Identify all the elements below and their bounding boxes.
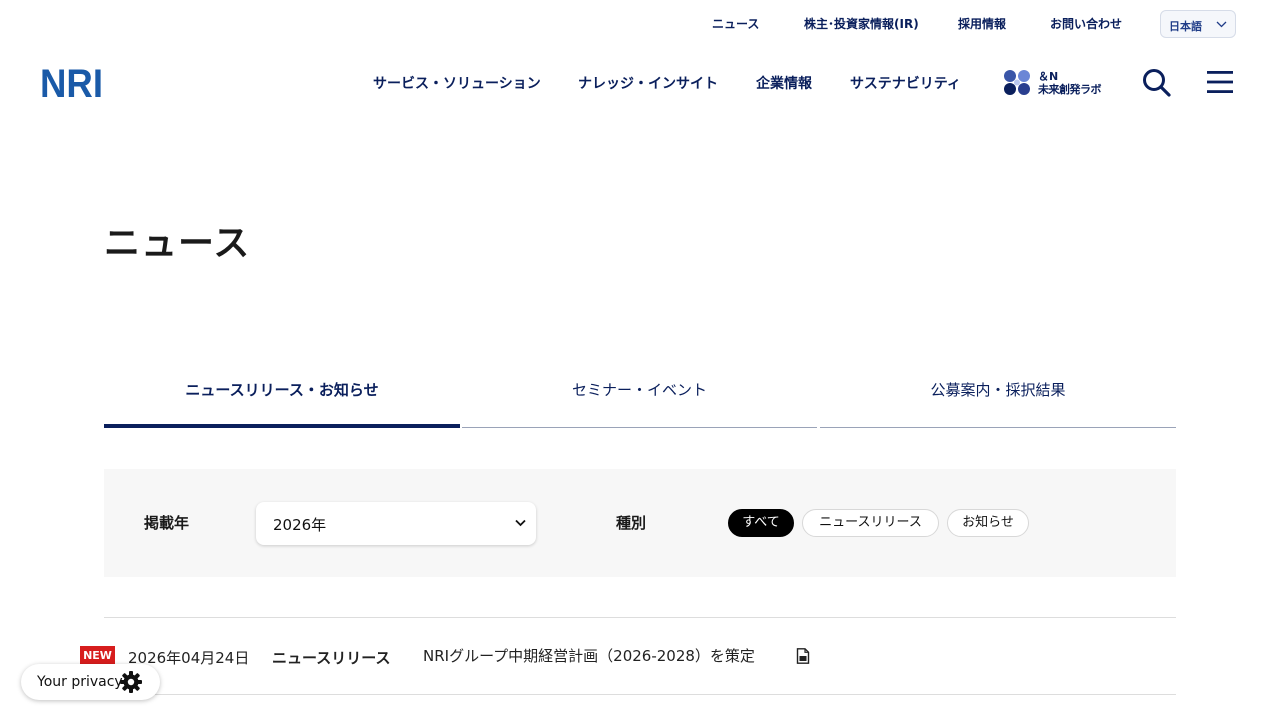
language-select[interactable]: 日本語: [1160, 10, 1236, 38]
type-filter-label: 種別: [616, 514, 647, 532]
divider: [104, 694, 1176, 695]
nri-logo[interactable]: NRI: [40, 62, 104, 106]
utility-link-contact[interactable]: お問い合わせ: [1050, 15, 1122, 32]
and-n-lab-link[interactable]: ＆N 未来創発ラボ: [1002, 68, 1106, 96]
nav-services[interactable]: サービス・ソリューション: [373, 73, 541, 93]
search-button[interactable]: [1142, 68, 1172, 102]
year-select[interactable]: 2026年: [256, 502, 536, 545]
tab-seminars-events[interactable]: セミナー・イベント: [462, 358, 817, 428]
nri-logo-mark: NRI: [40, 62, 103, 106]
gear-icon: [120, 671, 142, 693]
chevron-down-icon: [515, 519, 526, 527]
news-list-item[interactable]: NEW 2026年04月24日 ニュースリリース NRIグループ中期経営計画（2…: [80, 640, 1176, 672]
lab-title-line2: 未来創発ラボ: [1038, 83, 1102, 96]
utility-link-recruit[interactable]: 採用情報: [958, 15, 1006, 32]
nav-sustainability[interactable]: サステナビリティ: [850, 73, 961, 93]
year-select-value: 2026年: [273, 516, 327, 534]
news-title-link[interactable]: NRIグループ中期経営計画（2026-2028）を策定: [423, 645, 755, 666]
svg-text:NRI: NRI: [40, 66, 103, 98]
hamburger-menu-icon: [1207, 71, 1233, 93]
language-value: 日本語: [1169, 20, 1202, 33]
and-n-lab-logo-icon: [1004, 70, 1030, 95]
search-icon: [1143, 69, 1171, 97]
menu-button[interactable]: [1207, 70, 1233, 98]
tab-public-offerings[interactable]: 公募案内・採択結果: [820, 358, 1176, 428]
type-filter-notice[interactable]: お知らせ: [947, 509, 1029, 537]
type-filter-all[interactable]: すべて: [728, 509, 794, 537]
utility-link-ir[interactable]: 株主･投資家情報(IR): [804, 15, 919, 32]
new-badge: NEW: [80, 646, 115, 665]
nav-knowledge[interactable]: ナレッジ・インサイト: [578, 73, 718, 93]
divider: [104, 617, 1176, 618]
privacy-settings-button[interactable]: Your privacy: [21, 664, 160, 700]
page-title: ニュース: [104, 223, 251, 264]
privacy-label: Your privacy: [37, 674, 123, 690]
chevron-down-icon: [1216, 21, 1227, 28]
type-filter-news-release[interactable]: ニュースリリース: [802, 509, 939, 537]
pdf-icon: [796, 648, 810, 668]
tab-news-releases[interactable]: ニュースリリース・お知らせ: [104, 358, 460, 428]
year-filter-label: 掲載年: [144, 514, 190, 532]
nav-company[interactable]: 企業情報: [756, 73, 812, 93]
utility-link-news[interactable]: ニュース: [712, 15, 759, 32]
news-category: ニュースリリース: [272, 649, 391, 667]
